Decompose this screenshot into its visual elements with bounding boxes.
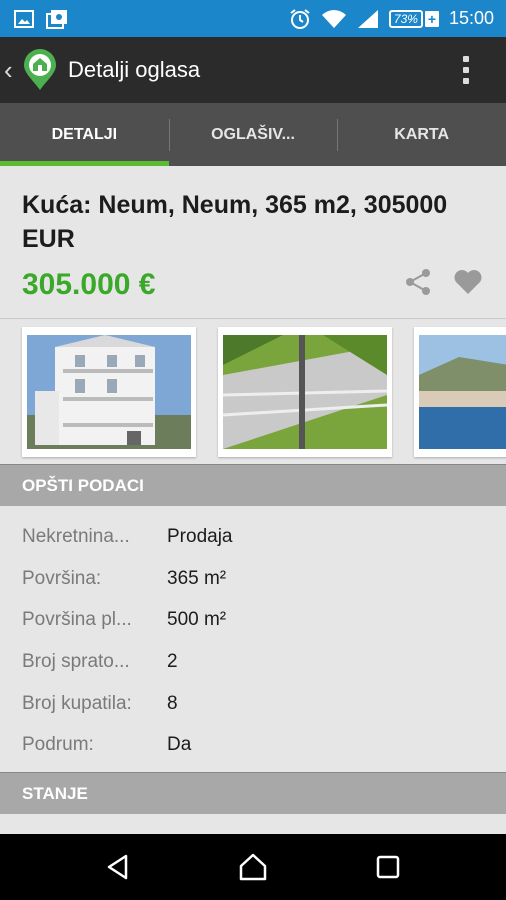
system-nav-bar — [0, 834, 506, 900]
recents-nav-icon[interactable] — [368, 847, 408, 887]
detail-value: 2 — [167, 650, 178, 672]
tab-map[interactable]: KARTA — [337, 103, 506, 166]
detail-label: Broj sprato... — [22, 650, 130, 672]
battery-icon: 73% + — [388, 9, 439, 28]
share-icon[interactable] — [402, 266, 434, 298]
overflow-menu-icon[interactable] — [446, 50, 486, 90]
battery-percent: 73% — [388, 9, 423, 28]
app-bar: ‹ Detalji oglasa — [0, 37, 506, 103]
image-icon — [14, 9, 34, 28]
content-scroll[interactable]: Kuća: Neum, Neum, 365 m2, 305000 EUR 305… — [0, 166, 506, 834]
alarm-icon — [290, 8, 310, 29]
section-header-general: OPŠTI PODACI — [0, 464, 506, 506]
status-bar: 73% + 15:00 — [0, 0, 506, 37]
charging-icon: + — [424, 10, 439, 27]
clock: 15:00 — [448, 8, 494, 28]
wifi-icon — [321, 9, 346, 28]
detail-label: Nekretnina... — [22, 525, 130, 547]
photo-album-icon — [46, 9, 67, 29]
signal-icon — [357, 9, 378, 28]
listing-header: Kuća: Neum, Neum, 365 m2, 305000 EUR 305… — [0, 166, 506, 318]
detail-value: Da — [167, 734, 192, 756]
detail-row: Površina pl... 500 m² — [22, 599, 506, 641]
home-nav-icon[interactable] — [233, 847, 273, 887]
back-chevron-icon[interactable]: ‹ — [0, 55, 20, 86]
detail-value: 365 m² — [167, 567, 227, 589]
section-header-condition: STANJE — [0, 772, 506, 815]
detail-value: 8 — [167, 692, 178, 714]
detail-label: Broj kupatila: — [22, 692, 132, 714]
detail-label: Podrum: — [22, 734, 94, 756]
gallery-photo[interactable] — [414, 327, 506, 457]
detail-row: Površina: 365 m² — [22, 558, 506, 600]
detail-row: Nekretnina... Prodaja — [22, 516, 506, 558]
tab-bar: DETALJI OGLAŠIV... KARTA — [0, 103, 506, 166]
back-nav-icon[interactable] — [98, 847, 138, 887]
detail-label: Površina: — [22, 567, 102, 589]
listing-title: Kuća: Neum, Neum, 365 m2, 305000 EUR — [22, 191, 448, 253]
details-list: Nekretnina... Prodaja Površina: 365 m² Pov… — [0, 506, 506, 772]
tab-advertiser[interactable]: OGLAŠIV... — [168, 103, 338, 166]
detail-value: 500 m² — [167, 609, 227, 631]
detail-label: Površina pl... — [22, 609, 132, 631]
detail-row: Broj kupatila: 8 — [22, 683, 506, 725]
gallery-photo[interactable] — [218, 327, 392, 457]
tab-details[interactable]: DETALJI — [0, 103, 169, 166]
detail-value: Prodaja — [167, 525, 233, 547]
photo-gallery[interactable] — [0, 318, 506, 464]
detail-row: Podrum: Da — [22, 724, 506, 766]
app-logo-icon[interactable] — [22, 49, 58, 91]
favorite-heart-icon[interactable] — [452, 266, 484, 298]
screen-title: Detalji oglasa — [68, 57, 201, 82]
detail-row: Broj sprato... 2 — [22, 641, 506, 683]
gallery-photo[interactable] — [22, 327, 196, 457]
